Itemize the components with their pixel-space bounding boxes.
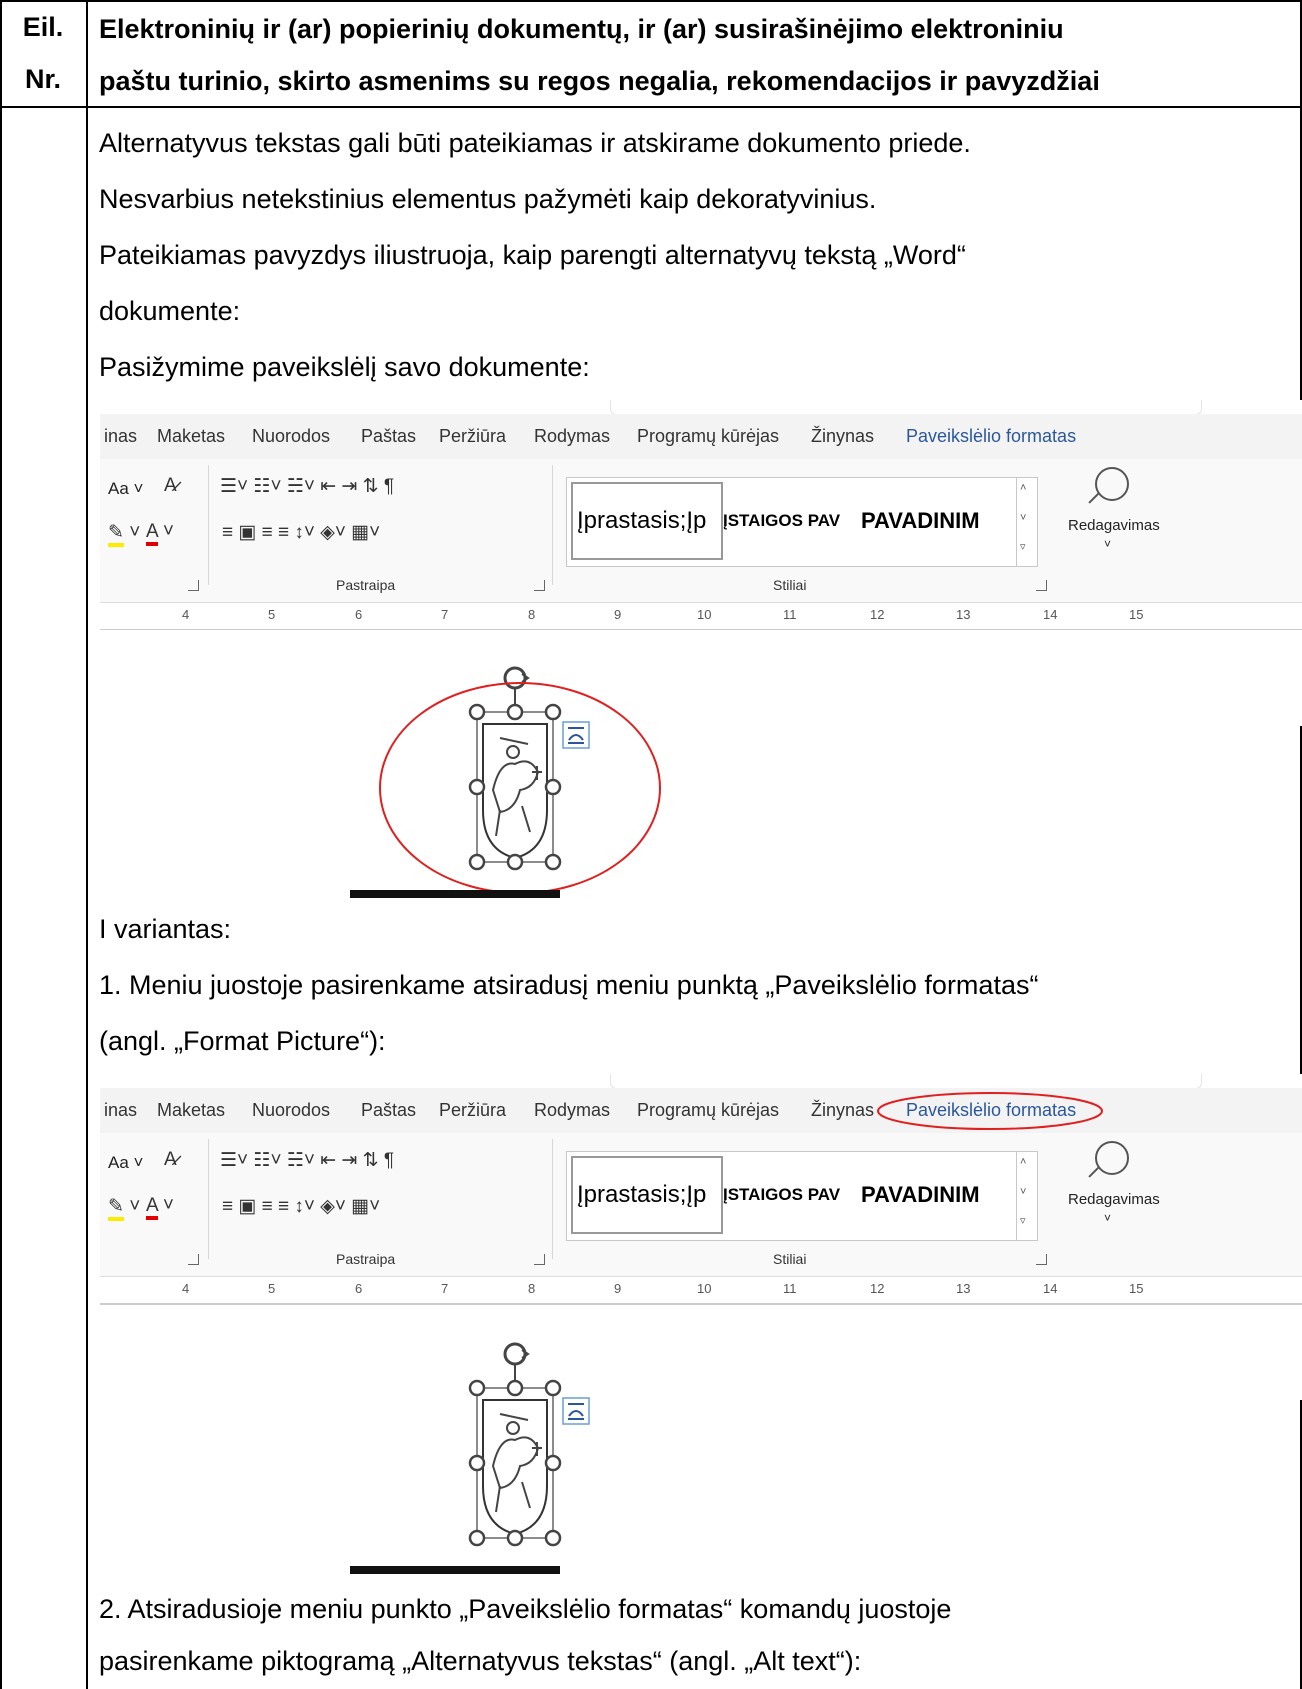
paragraph-launcher-icon-b[interactable]	[188, 1254, 199, 1265]
highlight-color-icon-2[interactable]: ✎ ˅	[108, 1195, 140, 1221]
clear-formatting-icon[interactable]: A̷	[164, 475, 177, 497]
table-border-top	[0, 0, 1302, 2]
paragraph-3-line-2: dokumente:	[99, 296, 241, 326]
editing-chevron-icon-2: ˅	[1104, 1211, 1112, 1225]
paragraph-tools-row-1b[interactable]: ☰˅ ☷˅ ☵˅ ⇤ ⇥ ⇅ ¶	[220, 1149, 394, 1172]
style-institution-name-2[interactable]: ĮSTAIGOS PAV	[723, 1156, 853, 1234]
styles-launcher-icon[interactable]	[1036, 580, 1047, 591]
tab-references-2[interactable]: Nuorodos	[252, 1100, 330, 1121]
tab-highlight-circle	[877, 1092, 1103, 1130]
coat-of-arms-figure-2	[350, 1342, 590, 1574]
highlight-color-icon[interactable]: ✎ ˅	[108, 521, 140, 547]
styles-launcher-icon-2[interactable]	[1036, 1254, 1047, 1265]
search-frame-2	[610, 1074, 1202, 1089]
coat-of-arms-figure-1	[350, 666, 661, 898]
header-title-line-1: Elektroninių ir (ar) popierinių dokument…	[99, 14, 1064, 44]
tab-layout-2[interactable]: Maketas	[157, 1100, 225, 1121]
styles-group-label: Stiliai	[773, 577, 807, 593]
tab-developer[interactable]: Programų kūrėjas	[637, 426, 779, 447]
paragraph-tools-row-2[interactable]: ≡ ▣ ≡ ≡ ↕˅ ◈˅ ▦˅	[222, 521, 380, 544]
editing-button-2[interactable]: Redagavimas	[1068, 1191, 1160, 1208]
paragraph-4: Pasižymime paveikslėlį savo dokumente:	[99, 352, 590, 382]
header-title-line-2: paštu turinio, skirto asmenims su regos …	[99, 66, 1100, 96]
cropped-heading-fragment-2	[350, 1566, 560, 1574]
tab-references[interactable]: Nuorodos	[252, 426, 330, 447]
table-border-divider	[86, 0, 88, 1689]
font-color-icon-2[interactable]: A ˅	[146, 1195, 174, 1220]
search-icon-2[interactable]	[1095, 1141, 1129, 1175]
tab-review[interactable]: Peržiūra	[439, 426, 506, 447]
table-border-left	[0, 0, 2, 1689]
paragraph-6-line-1: 1. Meniu juostoje pasirenkame atsiradusį…	[99, 970, 1039, 1000]
tab-home-partial-2[interactable]: inas	[104, 1100, 137, 1121]
paragraph-3-line-1: Pateikiamas pavyzdys iliustruoja, kaip p…	[99, 240, 966, 270]
tab-picture-format[interactable]: Paveikslėlio formatas	[906, 426, 1076, 447]
paragraph-launcher-icon[interactable]	[188, 580, 199, 591]
tab-view-2[interactable]: Rodymas	[534, 1100, 610, 1121]
table-header-separator	[0, 106, 1302, 108]
tab-home-partial[interactable]: inas	[104, 426, 137, 447]
style-normal[interactable]: Įprastasis;Įp	[571, 482, 723, 560]
paragraph-group-label-2: Pastraipa	[336, 1251, 396, 1267]
change-case-button[interactable]: Aa ˅	[108, 479, 143, 499]
editing-chevron-icon: ˅	[1104, 537, 1112, 551]
style-institution-name[interactable]: ĮSTAIGOS PAV	[723, 482, 853, 560]
coat-of-arms-icon-2[interactable]	[482, 1399, 548, 1536]
style-title[interactable]: PAVADINIM	[861, 482, 1011, 560]
ribbon-commands-2: Aa ˅ A̷ ✎ ˅ A ˅ ☰˅ ☷˅ ☵˅ ⇤ ⇥ ⇅ ¶ ≡ ▣ ≡ ≡…	[100, 1133, 1302, 1276]
paragraph-5: I variantas:	[99, 914, 232, 944]
paragraph-tools-row-1[interactable]: ☰˅ ☷˅ ☵˅ ⇤ ⇥ ⇅ ¶	[220, 475, 394, 498]
styles-scroll-2[interactable]: ˄ ˅ ▿	[1016, 1152, 1037, 1240]
horizontal-ruler[interactable]: 4 5 6 7 8 9 10 11 12 13 14 15	[100, 602, 1302, 631]
search-icon[interactable]	[1095, 467, 1129, 501]
paragraph-6-line-2: (angl. „Format Picture“):	[99, 1026, 386, 1056]
clear-formatting-icon-2[interactable]: A̷	[164, 1149, 177, 1171]
search-frame	[610, 400, 1202, 415]
paragraph-2: Nesvarbius netekstinius elementus pažymė…	[99, 184, 877, 214]
change-case-label-2: Aa	[108, 1153, 129, 1172]
coat-of-arms-icon[interactable]	[482, 723, 548, 860]
tab-mailings[interactable]: Paštas	[361, 426, 416, 447]
tab-layout[interactable]: Maketas	[157, 426, 225, 447]
tab-view[interactable]: Rodymas	[534, 426, 610, 447]
ribbon-commands: Aa ˅ A̷ ✎ ˅ A ˅ ☰˅ ☷˅ ☵˅ ⇤ ⇥ ⇅ ¶ ≡ ▣ ≡ ≡…	[100, 459, 1302, 602]
tab-review-2[interactable]: Peržiūra	[439, 1100, 506, 1121]
document-table: Eil. Nr. Elektroninių ir (ar) popierinių…	[0, 0, 1302, 1689]
paragraph-group-label: Pastraipa	[336, 577, 396, 593]
paragraph-launcher-icon-c[interactable]	[534, 1254, 545, 1265]
horizontal-ruler-2[interactable]: 4 5 6 7 8 9 10 11 12 13 14 15	[100, 1276, 1302, 1305]
header-number-label-1: Eil.	[22, 12, 64, 42]
paragraph-7-line-1: 2. Atsiradusioje meniu punkto „Paveikslė…	[99, 1594, 952, 1624]
header-number-label-2: Nr.	[24, 64, 62, 94]
ribbon-tabs: inas Maketas Nuorodos Paštas Peržiūra Ro…	[100, 414, 1302, 459]
paragraph-launcher-icon-2[interactable]	[534, 580, 545, 591]
styles-gallery-2[interactable]: Įprastasis;Įp ĮSTAIGOS PAV PAVADINIM ˄ ˅ ▿	[566, 1151, 1038, 1241]
tab-help[interactable]: Žinynas	[811, 426, 874, 447]
layout-options-icon[interactable]	[562, 721, 590, 749]
style-title-2[interactable]: PAVADINIM	[861, 1156, 1011, 1234]
change-case-label: Aa	[108, 479, 129, 498]
paragraph-1: Alternatyvus tekstas gali būti pateikiam…	[99, 128, 971, 158]
styles-gallery[interactable]: Įprastasis;Įp ĮSTAIGOS PAV PAVADINIM ˄ ˅ ▿	[566, 477, 1038, 567]
ribbon-tabs-2: inas Maketas Nuorodos Paštas Peržiūra Ro…	[100, 1088, 1302, 1133]
font-color-icon[interactable]: A ˅	[146, 521, 174, 546]
tab-developer-2[interactable]: Programų kūrėjas	[637, 1100, 779, 1121]
styles-group-label-2: Stiliai	[773, 1251, 807, 1267]
styles-scroll[interactable]: ˄ ˅ ▿	[1016, 478, 1037, 566]
paragraph-tools-row-2b[interactable]: ≡ ▣ ≡ ≡ ↕˅ ◈˅ ▦˅	[222, 1195, 380, 1218]
change-case-button-2[interactable]: Aa ˅	[108, 1153, 143, 1173]
editing-button[interactable]: Redagavimas	[1068, 517, 1160, 534]
tab-mailings-2[interactable]: Paštas	[361, 1100, 416, 1121]
tab-help-2[interactable]: Žinynas	[811, 1100, 874, 1121]
paragraph-7-line-2: pasirenkame piktogramą „Alternatyvus tek…	[99, 1646, 862, 1676]
cropped-heading-fragment	[350, 890, 560, 898]
style-normal-2[interactable]: Įprastasis;Įp	[571, 1156, 723, 1234]
layout-options-icon-2[interactable]	[562, 1397, 590, 1425]
